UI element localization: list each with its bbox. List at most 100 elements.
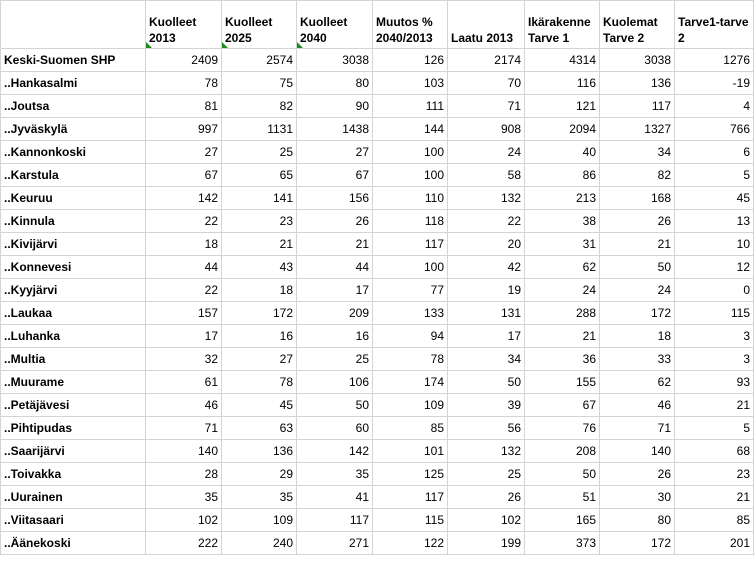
value-cell[interactable]: 26	[599, 209, 675, 233]
value-cell[interactable]: 5	[674, 163, 754, 187]
value-cell[interactable]: 126	[372, 48, 448, 72]
value-cell[interactable]: 117	[296, 508, 373, 532]
value-cell[interactable]: 110	[372, 186, 448, 210]
row-name-cell[interactable]: ..Luhanka	[0, 324, 146, 348]
value-cell[interactable]: 18	[145, 232, 222, 256]
value-cell[interactable]: 93	[674, 370, 754, 394]
value-cell[interactable]: 16	[221, 324, 297, 348]
value-cell[interactable]: 17	[296, 278, 373, 302]
value-cell[interactable]: 136	[599, 71, 675, 95]
row-name-cell[interactable]: ..Äänekoski	[0, 531, 146, 555]
value-cell[interactable]: 81	[145, 94, 222, 118]
value-cell[interactable]: 51	[524, 485, 600, 509]
row-name-cell[interactable]: ..Kannonkoski	[0, 140, 146, 164]
value-cell[interactable]: 140	[599, 439, 675, 463]
value-cell[interactable]: 85	[674, 508, 754, 532]
value-cell[interactable]: 50	[599, 255, 675, 279]
value-cell[interactable]: 28	[145, 462, 222, 486]
row-name-cell[interactable]: ..Karstula	[0, 163, 146, 187]
value-cell[interactable]: 35	[145, 485, 222, 509]
row-name-cell[interactable]: ..Uurainen	[0, 485, 146, 509]
value-cell[interactable]: 21	[296, 232, 373, 256]
value-cell[interactable]: 155	[524, 370, 600, 394]
value-cell[interactable]: 766	[674, 117, 754, 141]
value-cell[interactable]: 26	[599, 462, 675, 486]
value-cell[interactable]: 2409	[145, 48, 222, 72]
value-cell[interactable]: 208	[524, 439, 600, 463]
value-cell[interactable]: 17	[145, 324, 222, 348]
row-name-cell[interactable]: Keski-Suomen SHP	[0, 48, 146, 72]
value-cell[interactable]: 2174	[447, 48, 525, 72]
value-cell[interactable]: 115	[674, 301, 754, 325]
value-cell[interactable]: 142	[145, 186, 222, 210]
value-cell[interactable]: 3	[674, 324, 754, 348]
row-name-cell[interactable]: ..Joutsa	[0, 94, 146, 118]
row-name-cell[interactable]: ..Konnevesi	[0, 255, 146, 279]
value-cell[interactable]: 58	[447, 163, 525, 187]
value-cell[interactable]: 21	[674, 485, 754, 509]
value-cell[interactable]: 25	[221, 140, 297, 164]
value-cell[interactable]: 1276	[674, 48, 754, 72]
header-cell-tarve-diff[interactable]: Tarve1-tarve 2	[674, 0, 754, 49]
value-cell[interactable]: 44	[296, 255, 373, 279]
row-name-cell[interactable]: ..Kivijärvi	[0, 232, 146, 256]
value-cell[interactable]: 100	[372, 163, 448, 187]
value-cell[interactable]: 165	[524, 508, 600, 532]
value-cell[interactable]: 132	[447, 186, 525, 210]
value-cell[interactable]: 23	[221, 209, 297, 233]
value-cell[interactable]: 100	[372, 255, 448, 279]
header-cell-kuolleet-2040[interactable]: Kuolleet 2040	[296, 0, 373, 49]
value-cell[interactable]: 131	[447, 301, 525, 325]
value-cell[interactable]: 373	[524, 531, 600, 555]
value-cell[interactable]: 67	[145, 163, 222, 187]
value-cell[interactable]: 82	[599, 163, 675, 187]
value-cell[interactable]: 10	[674, 232, 754, 256]
value-cell[interactable]: 122	[372, 531, 448, 555]
value-cell[interactable]: 18	[221, 278, 297, 302]
value-cell[interactable]: 46	[145, 393, 222, 417]
value-cell[interactable]: 3	[674, 347, 754, 371]
value-cell[interactable]: 70	[447, 71, 525, 95]
value-cell[interactable]: 136	[221, 439, 297, 463]
value-cell[interactable]: 35	[296, 462, 373, 486]
value-cell[interactable]: 78	[221, 370, 297, 394]
value-cell[interactable]: 21	[674, 393, 754, 417]
value-cell[interactable]: 133	[372, 301, 448, 325]
value-cell[interactable]: 43	[221, 255, 297, 279]
value-cell[interactable]: 34	[599, 140, 675, 164]
value-cell[interactable]: 29	[221, 462, 297, 486]
value-cell[interactable]: 106	[296, 370, 373, 394]
value-cell[interactable]: 118	[372, 209, 448, 233]
value-cell[interactable]: 1327	[599, 117, 675, 141]
value-cell[interactable]: 1131	[221, 117, 297, 141]
value-cell[interactable]: 142	[296, 439, 373, 463]
value-cell[interactable]: 21	[599, 232, 675, 256]
value-cell[interactable]: 908	[447, 117, 525, 141]
row-name-cell[interactable]: ..Jyväskylä	[0, 117, 146, 141]
value-cell[interactable]: 44	[145, 255, 222, 279]
value-cell[interactable]: 65	[221, 163, 297, 187]
value-cell[interactable]: 80	[599, 508, 675, 532]
value-cell[interactable]: 4314	[524, 48, 600, 72]
header-cell-kuolleet-2013[interactable]: Kuolleet 2013	[145, 0, 222, 49]
value-cell[interactable]: 24	[447, 140, 525, 164]
row-name-cell[interactable]: ..Laukaa	[0, 301, 146, 325]
value-cell[interactable]: 76	[524, 416, 600, 440]
value-cell[interactable]: 22	[447, 209, 525, 233]
value-cell[interactable]: 109	[372, 393, 448, 417]
value-cell[interactable]: 12	[674, 255, 754, 279]
value-cell[interactable]: 71	[599, 416, 675, 440]
value-cell[interactable]: 102	[145, 508, 222, 532]
value-cell[interactable]: 35	[221, 485, 297, 509]
value-cell[interactable]: 60	[296, 416, 373, 440]
value-cell[interactable]: 77	[372, 278, 448, 302]
value-cell[interactable]: 125	[372, 462, 448, 486]
value-cell[interactable]: 156	[296, 186, 373, 210]
value-cell[interactable]: 168	[599, 186, 675, 210]
value-cell[interactable]: 39	[447, 393, 525, 417]
value-cell[interactable]: 288	[524, 301, 600, 325]
value-cell[interactable]: 117	[372, 232, 448, 256]
value-cell[interactable]: 111	[372, 94, 448, 118]
row-name-cell[interactable]: ..Viitasaari	[0, 508, 146, 532]
value-cell[interactable]: 209	[296, 301, 373, 325]
